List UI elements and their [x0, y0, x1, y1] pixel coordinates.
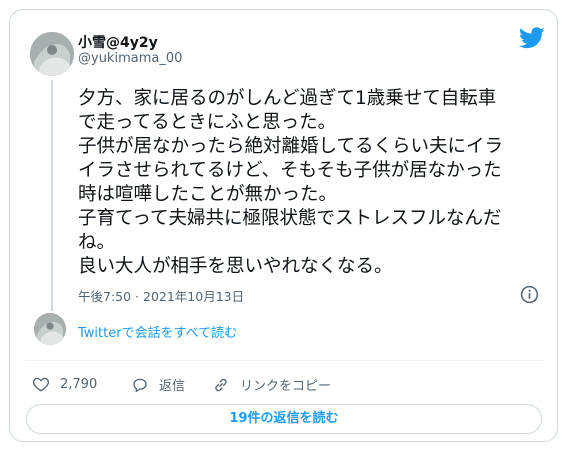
tweet-line: ね。 — [78, 232, 116, 253]
thread-line — [51, 80, 53, 311]
twitter-bird-icon[interactable] — [519, 27, 545, 49]
avatar-photo — [34, 313, 66, 345]
tweet-line: 夕方、家に居るのがしんど過ぎて1歳乗せて自転車 — [78, 88, 497, 109]
tweet-text: 夕方、家に居るのがしんど過ぎて1歳乗せて自転車 で走ってるときにふと思った。 子… — [78, 87, 548, 279]
avatar-photo — [30, 32, 74, 76]
read-conversation-link[interactable]: Twitterで会話をすべて読む — [78, 322, 237, 341]
conversation-avatar — [34, 313, 66, 345]
read-replies-button[interactable]: 19件の返信を読む — [26, 404, 542, 434]
tweet-line: 時は喧嘩したことが無かった。 — [78, 184, 338, 205]
tweet-line: で走ってるときにふと思った。 — [78, 112, 337, 133]
tweet-line: 良い大人が相手を思いやれなくなる。 — [78, 256, 393, 277]
tweet-timestamp[interactable]: 午後7:50 · 2021年10月13日 — [78, 286, 244, 305]
tweet-line: イラさせられてるけど、そもそも子供が居なかった — [78, 160, 502, 181]
divider — [25, 360, 544, 361]
reply-button[interactable]: 返信 — [131, 375, 185, 394]
link-icon — [215, 378, 227, 391]
copy-link-label: リンクをコピー — [240, 379, 332, 394]
author-handle[interactable]: @yukimama_00 — [78, 51, 182, 66]
like-count: 2,790 — [60, 376, 98, 392]
info-icon[interactable] — [520, 285, 539, 304]
author-display-name[interactable]: 小雪@4y2y — [78, 32, 158, 52]
reply-icon — [133, 378, 147, 392]
reply-label: 返信 — [159, 379, 186, 394]
tweet-line: 子育てって夫婦共に極限状態でストレスフルなんだ — [78, 208, 502, 229]
like-button[interactable]: 2,790 — [32, 375, 97, 393]
tweet-line: 子供が居なかったら絶対離婚してるくらい夫にイラ — [78, 136, 503, 157]
author-avatar[interactable] — [30, 32, 74, 76]
tweet-card: 小雪@4y2y @yukimama_00 夕方、家に居るのがしんど過ぎて1歳乗せ… — [9, 9, 558, 442]
heart-icon — [32, 377, 50, 392]
copy-link-button[interactable]: リンクをコピー — [212, 375, 331, 394]
